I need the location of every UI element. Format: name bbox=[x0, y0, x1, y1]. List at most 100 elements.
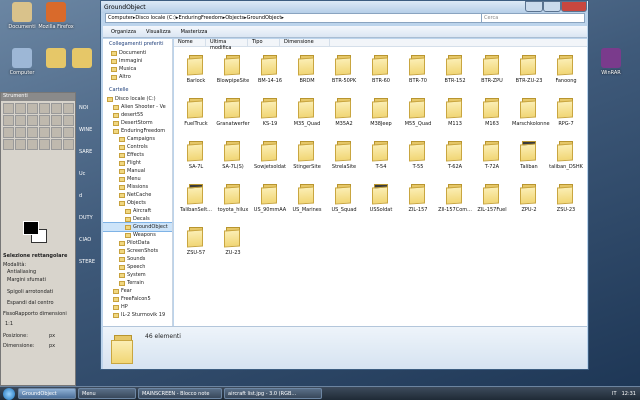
tree-item[interactable]: System bbox=[103, 271, 172, 279]
tree-item[interactable]: DesertStorm bbox=[103, 119, 172, 127]
gimp-option[interactable]: px bbox=[49, 333, 55, 339]
gimp-option[interactable]: Espandi dal centro bbox=[7, 300, 54, 306]
language-indicator[interactable]: IT bbox=[612, 391, 617, 397]
gimp-option[interactable]: Rapporto dimensioni bbox=[15, 311, 67, 317]
folder-item[interactable]: US_Marines bbox=[290, 180, 324, 223]
folder-item[interactable]: ZIl-157Com... bbox=[438, 180, 472, 223]
minimize-button[interactable] bbox=[525, 1, 543, 12]
breadcrumb-item[interactable]: Objects bbox=[225, 15, 244, 21]
folder-item[interactable]: BTR-50PK bbox=[327, 51, 361, 94]
folder-item[interactable]: M163 bbox=[475, 94, 509, 137]
tree-item[interactable]: Disco locale (C:) bbox=[103, 95, 172, 103]
tool-button[interactable] bbox=[51, 127, 62, 138]
folders-header[interactable]: Cartelle bbox=[103, 85, 172, 95]
gimp-option[interactable]: Antialiasing bbox=[7, 269, 36, 275]
tree-item[interactable]: Controls bbox=[103, 143, 172, 151]
taskbar-button[interactable]: GroundObject bbox=[18, 388, 76, 399]
tool-button[interactable] bbox=[39, 127, 50, 138]
gimp-option[interactable]: Modalità: bbox=[3, 262, 26, 268]
clock[interactable]: 12:31 bbox=[622, 391, 636, 397]
taskbar-button[interactable]: Menu bbox=[78, 388, 136, 399]
folder-item[interactable]: US_Squad bbox=[327, 180, 361, 223]
tool-button[interactable] bbox=[51, 139, 62, 150]
folder-item[interactable]: SA-7L bbox=[179, 137, 213, 180]
address-bar[interactable]: Computer ▸ Disco locale (C:) ▸ EnduringF… bbox=[105, 13, 485, 23]
tree-item[interactable]: Manual bbox=[103, 167, 172, 175]
folder-item[interactable]: toyota_hilux bbox=[216, 180, 250, 223]
gimp-option[interactable]: Margini sfumati bbox=[7, 277, 46, 283]
tool-button[interactable] bbox=[15, 103, 26, 114]
column-header[interactable]: Tipo bbox=[248, 39, 280, 46]
tree-item[interactable]: Sounds bbox=[103, 255, 172, 263]
tree-item[interactable]: GroundObject bbox=[103, 222, 172, 232]
folder-item[interactable]: ZSU-23 bbox=[549, 180, 583, 223]
tool-button[interactable] bbox=[3, 103, 14, 114]
tree-item[interactable]: IL-2 Sturmovik 19 bbox=[103, 311, 172, 319]
tool-button[interactable] bbox=[27, 139, 38, 150]
folder-item[interactable]: Fanoong bbox=[549, 51, 583, 94]
favorite-item[interactable]: Immagini bbox=[103, 57, 172, 65]
folder-item[interactable]: BTR-ZPU bbox=[475, 51, 509, 94]
toolbar-button[interactable]: Masterizza bbox=[181, 29, 208, 35]
tree-item[interactable]: Speech bbox=[103, 263, 172, 271]
gimp-option[interactable]: px bbox=[49, 343, 55, 349]
folder-item[interactable]: T-72A bbox=[475, 137, 509, 180]
folder-item[interactable]: US_90mmAA bbox=[253, 180, 287, 223]
foreground-color-swatch[interactable] bbox=[23, 221, 39, 235]
taskbar-button[interactable]: aircraft list.jpg - 3.0 (RGB... bbox=[224, 388, 322, 399]
favorite-item[interactable]: Musica bbox=[103, 65, 172, 73]
folder-item[interactable]: M55_Quad bbox=[401, 94, 435, 137]
tree-item[interactable]: Fear bbox=[103, 287, 172, 295]
folder-item[interactable]: Marschkolonne bbox=[512, 94, 550, 137]
column-header[interactable]: Nome bbox=[174, 39, 206, 46]
tree-item[interactable]: Missions bbox=[103, 183, 172, 191]
folder-item[interactable]: FuelTruck bbox=[179, 94, 213, 137]
tool-button[interactable] bbox=[39, 103, 50, 114]
folder-item[interactable]: T-54 bbox=[364, 137, 398, 180]
tree-item[interactable]: Effects bbox=[103, 151, 172, 159]
folder-item[interactable]: ZU-23 bbox=[216, 223, 250, 266]
folder-item[interactable]: BTR-60 bbox=[364, 51, 398, 94]
tool-button[interactable] bbox=[51, 115, 62, 126]
folder-item[interactable]: ZIL-157 bbox=[401, 180, 435, 223]
folder-item[interactable]: Taliban bbox=[512, 137, 546, 180]
folder-item[interactable]: RPG-7 bbox=[549, 94, 583, 137]
folder-item[interactable]: M38Jeep bbox=[364, 94, 398, 137]
tool-button[interactable] bbox=[63, 115, 74, 126]
gimp-option[interactable]: Posizione: bbox=[3, 333, 28, 339]
tree-item[interactable]: FreeFalcon5 bbox=[103, 295, 172, 303]
tree-item[interactable]: PilotData bbox=[103, 239, 172, 247]
tree-item[interactable]: Aircraft bbox=[103, 207, 172, 215]
folder-item[interactable]: Granatwerfer bbox=[216, 94, 250, 137]
gimp-option[interactable]: Spigoli arrotondati bbox=[7, 289, 53, 295]
desktop-shortcut[interactable] bbox=[60, 48, 104, 70]
folder-item[interactable]: Barlock bbox=[179, 51, 213, 94]
folder-item[interactable]: StrelaSite bbox=[327, 137, 361, 180]
tree-item[interactable]: ScreenShots bbox=[103, 247, 172, 255]
start-button[interactable] bbox=[3, 387, 15, 400]
folder-item[interactable]: BlowpipeSite bbox=[216, 51, 250, 94]
close-button[interactable] bbox=[561, 1, 587, 12]
folder-item[interactable]: TalibanSelt... bbox=[179, 180, 213, 223]
tree-item[interactable]: Decals bbox=[103, 215, 172, 223]
gimp-option[interactable]: 1:1 bbox=[5, 321, 13, 327]
tool-button[interactable] bbox=[27, 115, 38, 126]
folder-item[interactable]: USSoldat bbox=[364, 180, 398, 223]
tool-button[interactable] bbox=[39, 139, 50, 150]
winrar-shortcut[interactable]: WinRAR bbox=[589, 48, 633, 76]
folder-item[interactable]: StingerSite bbox=[290, 137, 324, 180]
tool-button[interactable] bbox=[27, 103, 38, 114]
tree-item[interactable]: Alien Shooter - Ve bbox=[103, 103, 172, 111]
tree-item[interactable]: NetCache bbox=[103, 191, 172, 199]
toolbar-button[interactable]: Organizza bbox=[111, 29, 136, 35]
folder-item[interactable]: ZSU-57 bbox=[179, 223, 213, 266]
maximize-button[interactable] bbox=[543, 1, 561, 12]
gimp-option[interactable]: Dimensione: bbox=[3, 343, 34, 349]
desktop-shortcut[interactable]: Mozilla Firefox bbox=[34, 2, 78, 30]
tree-item[interactable]: Terrain bbox=[103, 279, 172, 287]
search-input[interactable]: Cerca bbox=[481, 13, 585, 23]
breadcrumb-item[interactable]: Disco locale (C:) bbox=[135, 15, 176, 21]
tool-button[interactable] bbox=[63, 103, 74, 114]
breadcrumb-item[interactable]: Computer bbox=[108, 15, 133, 21]
folder-item[interactable]: T-62A bbox=[438, 137, 472, 180]
